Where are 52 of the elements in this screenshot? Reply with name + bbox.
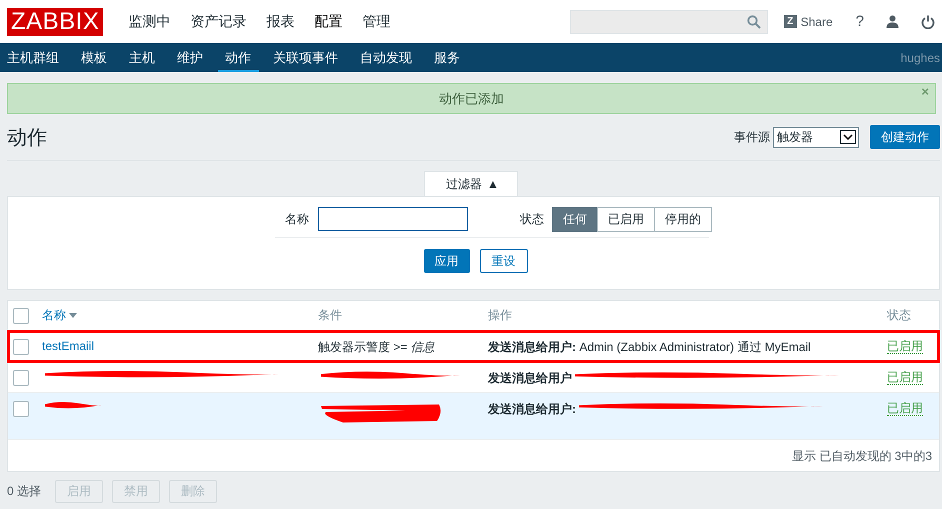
field-label: 名称 bbox=[285, 210, 309, 228]
checkbox[interactable] bbox=[13, 308, 29, 324]
nav-tab[interactable]: 维护 bbox=[170, 43, 211, 72]
menu-item[interactable]: 管理 bbox=[352, 0, 400, 43]
apply-button[interactable]: 应用 bbox=[424, 249, 470, 273]
page-title: 动作 bbox=[7, 126, 47, 150]
nav-tab[interactable]: 主机群组 bbox=[0, 43, 67, 72]
create-button[interactable]: 创建动作 bbox=[870, 125, 940, 149]
column-header[interactable]: 名称 bbox=[42, 307, 66, 324]
reset-button[interactable]: 重设 bbox=[480, 249, 528, 273]
status-option[interactable]: 已启用 bbox=[597, 206, 655, 232]
menu-item[interactable]: 报表 bbox=[256, 0, 304, 43]
nav-tab[interactable]: 动作 bbox=[218, 43, 259, 72]
menu-item[interactable]: 监测中 bbox=[118, 0, 180, 43]
column-header[interactable]: 操作 bbox=[488, 307, 512, 324]
caret-icon bbox=[843, 134, 853, 140]
row-checkbox[interactable] bbox=[13, 339, 29, 355]
action-name-link[interactable]: testEmaiil bbox=[42, 339, 94, 353]
nav-tab[interactable]: 关联项事件 bbox=[266, 43, 346, 72]
status-option[interactable]: 任何 bbox=[552, 206, 598, 232]
status-option[interactable]: 停用的 bbox=[654, 206, 712, 232]
logo[interactable]: ZABBIX bbox=[7, 8, 104, 36]
nav-tab[interactable]: 模板 bbox=[74, 43, 115, 72]
menu-item[interactable]: 资产记录 bbox=[180, 0, 256, 43]
search-field[interactable] bbox=[570, 10, 768, 34]
help-link[interactable]: ? bbox=[856, 13, 864, 30]
results-count: 显示 已自动发现的 3中的3 bbox=[792, 448, 932, 465]
message-text: 动作已添加 bbox=[439, 90, 504, 108]
column-header[interactable]: 条件 bbox=[318, 307, 342, 324]
selected-count: 0 选择 bbox=[7, 483, 42, 500]
filter-tab[interactable]: 过滤器 ▲ bbox=[424, 171, 518, 196]
operation-text: 发送消息给用户 bbox=[488, 370, 572, 387]
row-checkbox[interactable] bbox=[13, 401, 29, 417]
username: hughes bbox=[900, 50, 941, 64]
user-icon[interactable] bbox=[886, 15, 899, 28]
operation-text: 发送消息给用户: bbox=[488, 401, 576, 418]
nav-tab[interactable]: 主机 bbox=[122, 43, 163, 72]
event-source-dropdown[interactable]: 触发器 bbox=[773, 126, 859, 148]
nav-tab[interactable]: 自动发现 bbox=[353, 43, 420, 72]
search-icon[interactable] bbox=[746, 14, 761, 28]
operation-text: 发送消息给用户: Admin (Zabbix Administrator) 通过 MyEmail bbox=[488, 339, 811, 356]
nav-tab[interactable]: 服务 bbox=[427, 43, 468, 72]
power-icon[interactable] bbox=[921, 14, 935, 28]
condition-text: 触发器示警度 >= 信息 bbox=[318, 339, 435, 356]
share-link[interactable]: Z Share bbox=[784, 14, 833, 28]
row-checkbox[interactable] bbox=[13, 370, 29, 386]
name-input-field[interactable] bbox=[318, 207, 468, 231]
sort-down-icon[interactable] bbox=[69, 313, 77, 318]
menu-item[interactable]: 配置 bbox=[304, 0, 352, 43]
field-label: 事件源 bbox=[734, 128, 770, 146]
column-header[interactable]: 状态 bbox=[887, 307, 911, 324]
field-label: 状态 bbox=[520, 210, 544, 228]
